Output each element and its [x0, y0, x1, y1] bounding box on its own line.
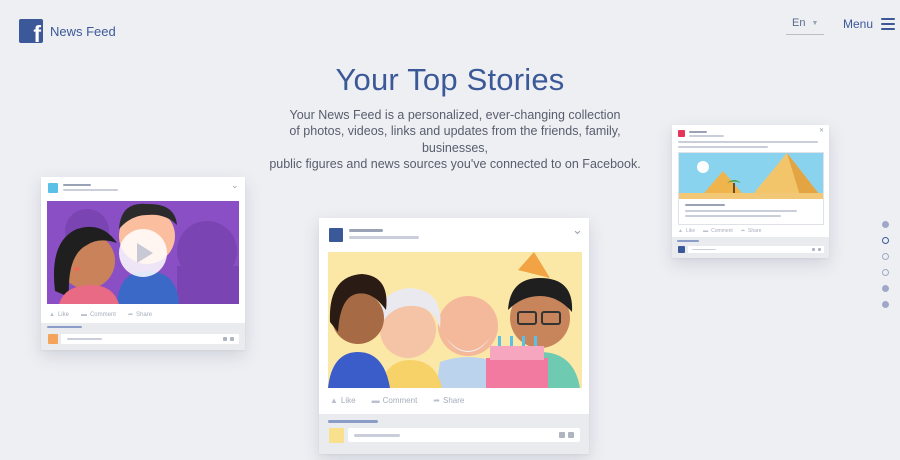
post-author-placeholder	[349, 229, 383, 232]
post-actions: ▲ Like ▬ Comment ➦ Share	[678, 228, 761, 234]
share-label: Share	[443, 396, 465, 405]
pyramids-illustration	[679, 153, 823, 199]
post-actions: ▲ Like ▬ Comment ➦ Share	[330, 396, 464, 405]
avatar	[678, 130, 685, 137]
comment-input[interactable]	[348, 428, 580, 442]
right-post-card: ✕ ▲ Like ▬ Comment ➦ Share	[672, 125, 829, 258]
birthday-illustration	[328, 252, 582, 388]
like-button[interactable]: ▲ Like	[49, 312, 69, 318]
like-label: Like	[340, 396, 356, 405]
link-preview[interactable]	[678, 152, 824, 225]
like-button[interactable]: ▲ Like	[678, 228, 695, 234]
comment-area	[41, 323, 245, 350]
description-line: Your News Feed is a personalized, ever-c…	[289, 108, 621, 122]
comment-icon: ▬	[80, 311, 87, 318]
post-author-placeholder	[689, 131, 707, 133]
avatar	[329, 228, 343, 242]
brand-name: News Feed	[50, 23, 116, 39]
comment-label: Comment	[382, 396, 418, 405]
share-button[interactable]: ➦ Share	[433, 396, 464, 405]
page-title: Your Top Stories	[335, 62, 565, 97]
comment-icon: ▬	[703, 228, 709, 234]
link-desc-placeholder	[685, 215, 781, 217]
input-placeholder	[692, 249, 716, 250]
comment-area	[319, 414, 589, 454]
input-icons	[559, 432, 574, 438]
pager-dot[interactable]	[882, 253, 889, 260]
language-value: En	[792, 17, 806, 29]
input-placeholder	[354, 434, 400, 437]
video-illustration	[47, 201, 239, 304]
input-placeholder	[67, 338, 102, 340]
share-icon: ➦	[127, 312, 134, 318]
like-label: Like	[57, 311, 69, 318]
divider-line	[677, 240, 699, 242]
pager-dot-active[interactable]	[882, 237, 889, 244]
comment-button[interactable]: ▬ Comment	[703, 228, 733, 234]
comment-input[interactable]	[688, 246, 824, 253]
comment-label: Comment	[711, 228, 733, 234]
like-button[interactable]: ▲ Like	[330, 396, 356, 405]
pager-dot[interactable]	[882, 301, 889, 308]
left-post-card: ⌄ ▲ Like ▬ Comment ➦ Share	[41, 177, 245, 350]
share-label: Share	[748, 228, 762, 234]
post-meta-placeholder	[349, 236, 419, 239]
post-author-placeholder	[63, 184, 91, 186]
link-title-placeholder	[685, 204, 725, 206]
comment-label: Comment	[89, 311, 116, 318]
chevron-down-icon[interactable]: ⌄	[572, 222, 583, 238]
share-button[interactable]: ➦ Share	[741, 228, 762, 234]
brand-link[interactable]: f News Feed	[19, 19, 116, 43]
post-text-placeholder	[678, 141, 818, 143]
like-icon: ▲	[49, 311, 55, 318]
commenter-avatar	[329, 428, 344, 443]
post-text-placeholder	[678, 146, 768, 148]
post-meta-placeholder	[63, 189, 118, 191]
pager-dot[interactable]	[882, 221, 889, 228]
share-icon: ➦	[740, 228, 746, 234]
menu-button[interactable]: Menu	[843, 17, 896, 31]
chevron-down-icon: ▼	[811, 20, 819, 27]
facebook-logo: f	[19, 19, 43, 43]
close-icon[interactable]: ✕	[819, 127, 824, 134]
language-select[interactable]: En ▼	[786, 17, 824, 35]
comment-area	[672, 237, 829, 258]
hamburger-menu-icon	[881, 18, 896, 30]
commenter-avatar	[678, 246, 685, 253]
commenter-avatar	[48, 334, 58, 344]
logo-letter: f	[33, 21, 41, 44]
pager-dot[interactable]	[882, 285, 889, 292]
share-label: Share	[136, 311, 153, 318]
share-button[interactable]: ➦ Share	[127, 311, 153, 319]
avatar	[48, 183, 58, 193]
menu-label: Menu	[843, 17, 874, 31]
divider-line	[328, 420, 378, 423]
comment-icon: ▬	[371, 396, 380, 405]
like-label: Like	[685, 228, 696, 234]
input-icons	[223, 337, 234, 341]
birthday-cake-icon	[498, 336, 501, 346]
share-icon: ➦	[433, 396, 440, 405]
comment-button[interactable]: ▬ Comment	[81, 312, 116, 318]
comment-input[interactable]	[61, 334, 239, 344]
link-desc-placeholder	[685, 210, 797, 212]
pager-dot[interactable]	[882, 269, 889, 276]
post-meta-placeholder	[689, 135, 724, 137]
like-icon: ▲	[678, 228, 683, 234]
divider-line	[47, 326, 82, 328]
post-actions: ▲ Like ▬ Comment ➦ Share	[49, 311, 153, 319]
chevron-down-icon[interactable]: ⌄	[231, 180, 239, 191]
like-icon: ▲	[330, 396, 338, 405]
input-icons	[812, 248, 821, 251]
section-pager	[882, 221, 889, 308]
center-post-card: ⌄ ▲ Like ▬ Comment ➦ Share	[319, 218, 589, 454]
comment-button[interactable]: ▬ Comment	[372, 396, 418, 405]
